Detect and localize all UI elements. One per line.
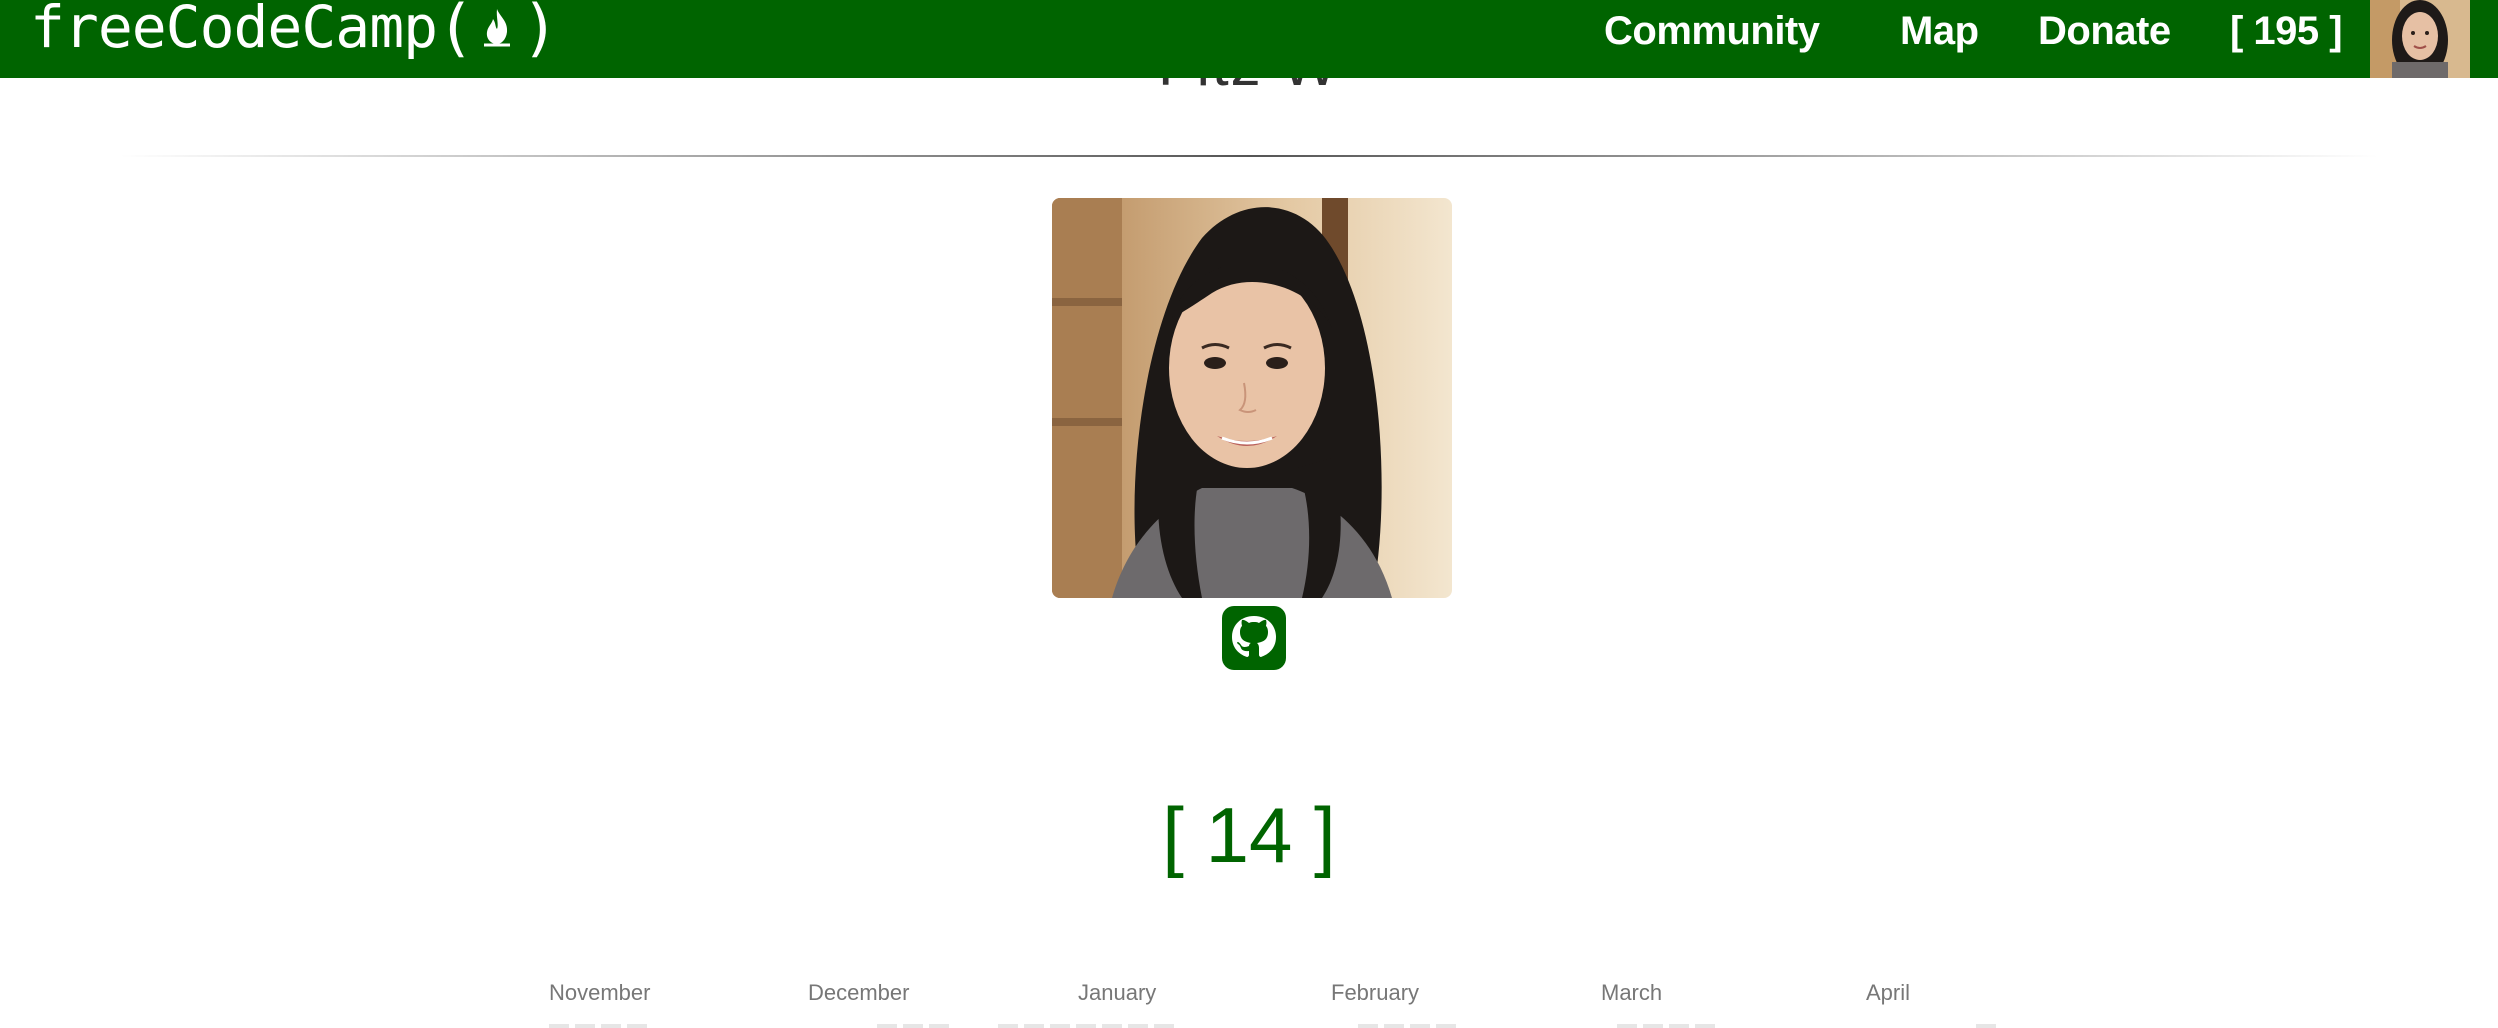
brand-paren-open: ( (437, 0, 474, 64)
heatmap-row (998, 1024, 1174, 1028)
nav-donate-link[interactable]: Donate (2038, 0, 2171, 62)
heatmap-cell (1384, 1024, 1404, 1028)
heatmap-cell (1643, 1024, 1663, 1028)
heatmap-row (549, 1024, 647, 1028)
brand-paren-close: ) (521, 0, 558, 64)
nav-community-link[interactable]: Community (1604, 0, 1820, 62)
month-label: November (549, 980, 651, 1005)
heatmap-cell (1050, 1024, 1070, 1028)
nav-points-link[interactable]: [ 195 ] (2230, 0, 2343, 62)
heatmap-cell (1436, 1024, 1456, 1028)
heatmap-cell (1410, 1024, 1430, 1028)
heatmap-cell (627, 1024, 647, 1028)
heatmap-cell (1669, 1024, 1689, 1028)
heatmap-cell (1154, 1024, 1174, 1028)
heatmap-cell (1358, 1024, 1378, 1028)
heatmap-cell (575, 1024, 595, 1028)
heatmap-cell (929, 1024, 949, 1028)
flame-icon (484, 9, 511, 47)
nav-map-link[interactable]: Map (1900, 0, 1979, 62)
heatmap-row (1617, 1024, 1715, 1028)
heatmap-months: November December January February March… (0, 980, 2498, 1010)
heatmap-cell (1617, 1024, 1637, 1028)
month-label: December (808, 980, 910, 1005)
heatmap-cell (998, 1024, 1018, 1028)
heatmap-cell (1128, 1024, 1148, 1028)
heatmap-cell (877, 1024, 897, 1028)
heatmap-cell (1024, 1024, 1044, 1028)
heatmap-row (1358, 1024, 1456, 1028)
heatmap-row (1976, 1024, 1996, 1028)
heatmap-cell (549, 1024, 569, 1028)
heatmap-cell (601, 1024, 621, 1028)
heatmap-cell (1076, 1024, 1096, 1028)
profile-points: [ 14 ] (1162, 791, 1336, 879)
heatmap-cell (903, 1024, 923, 1028)
heatmap-row (877, 1024, 949, 1028)
heatmap-cell (1695, 1024, 1715, 1028)
month-label: February (1331, 980, 1420, 1005)
divider (120, 155, 2378, 157)
nav-avatar[interactable] (2370, 0, 2470, 78)
month-label: March (1601, 980, 1663, 1005)
month-label: April (1866, 980, 1911, 1005)
brand-logo[interactable]: freeCodeCamp ( ) (30, 0, 559, 66)
heatmap-cell (1102, 1024, 1122, 1028)
month-label: January (1078, 980, 1157, 1005)
github-icon[interactable] (1222, 606, 1286, 670)
profile-photo (1052, 198, 1452, 598)
heatmap-cell (1976, 1024, 1996, 1028)
navbar: freeCodeCamp ( ) Community Map Donate [ … (0, 0, 2498, 78)
brand-text: freeCodeCamp (30, 0, 438, 61)
